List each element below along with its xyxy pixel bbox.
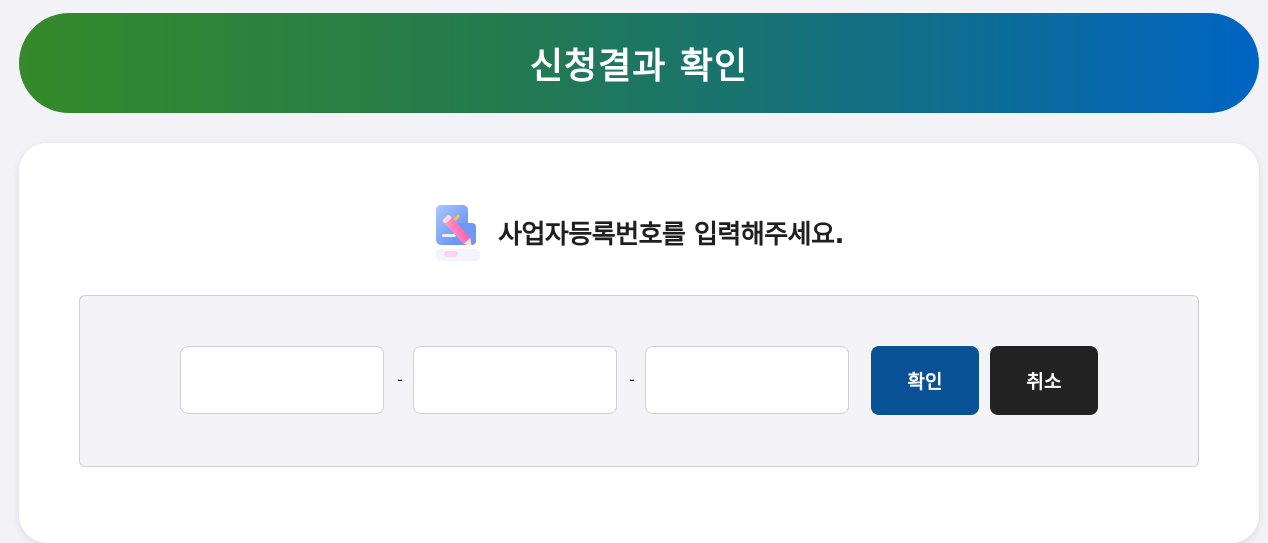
separator-1: - — [397, 370, 403, 389]
page-title: 신청결과 확인 — [529, 46, 749, 87]
separator-2: - — [629, 370, 635, 389]
confirm-button[interactable]: 확인 — [871, 346, 979, 415]
cancel-button[interactable]: 취소 — [990, 346, 1098, 415]
instruction-text: 사업자등록번호를 입력해주세요. — [498, 219, 844, 250]
page-header-banner: 신청결과 확인 — [19, 13, 1259, 113]
business-number-field-2[interactable] — [413, 346, 617, 414]
pencil-checklist-icon — [434, 201, 490, 263]
content-card: 사업자등록번호를 입력해주세요. - - 확인 취소 — [19, 143, 1259, 543]
instruction-row: 사업자등록번호를 입력해주세요. — [19, 201, 1259, 263]
business-number-field-3[interactable] — [645, 346, 849, 414]
business-number-field-1[interactable] — [180, 346, 384, 414]
business-number-form: - - 확인 취소 — [79, 295, 1199, 467]
